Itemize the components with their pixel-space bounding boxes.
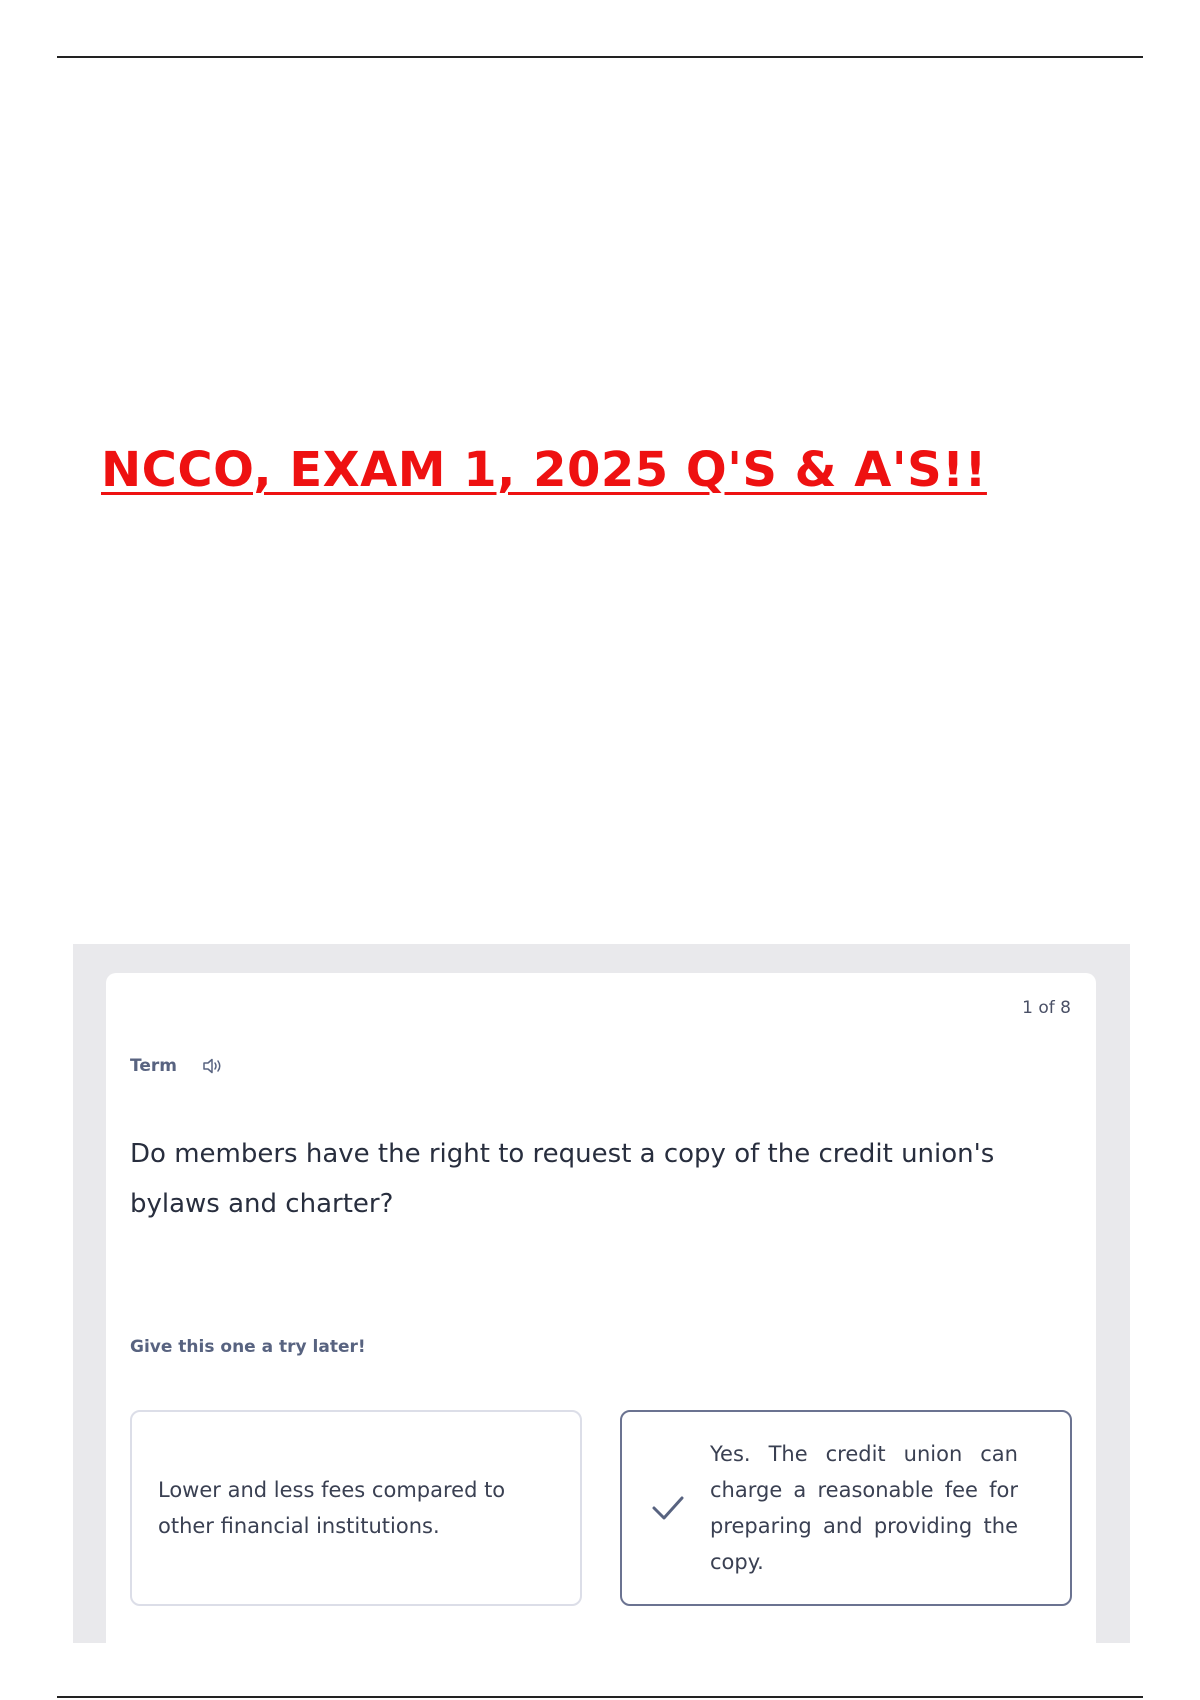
- term-row: Term: [130, 1056, 225, 1076]
- answer-option-text: Lower and less fees compared to other fi…: [158, 1478, 506, 1538]
- try-later-hint: Give this one a try later!: [130, 1337, 366, 1357]
- top-rule: [57, 56, 1143, 58]
- flashcard-frame: 1 of 8 Term Do members have the right to…: [73, 944, 1130, 1653]
- card-counter: 1 of 8: [1022, 998, 1071, 1018]
- answer-option-2[interactable]: Yes. The credit union can charge a reaso…: [620, 1410, 1072, 1606]
- document-title: NCCO, EXAM 1, 2025 Q'S & A'S!!: [101, 442, 987, 498]
- answer-option-1[interactable]: Lower and less fees compared to other fi…: [130, 1410, 582, 1606]
- question-text: Do members have the right to request a c…: [130, 1139, 995, 1219]
- check-icon: [648, 1488, 688, 1528]
- flashcard: 1 of 8 Term Do members have the right to…: [106, 973, 1096, 1653]
- bottom-rule: [57, 1696, 1143, 1698]
- term-label: Term: [130, 1056, 177, 1076]
- answer-option-text: Yes. The credit union can charge a reaso…: [710, 1442, 1018, 1574]
- speaker-icon[interactable]: [201, 1056, 225, 1076]
